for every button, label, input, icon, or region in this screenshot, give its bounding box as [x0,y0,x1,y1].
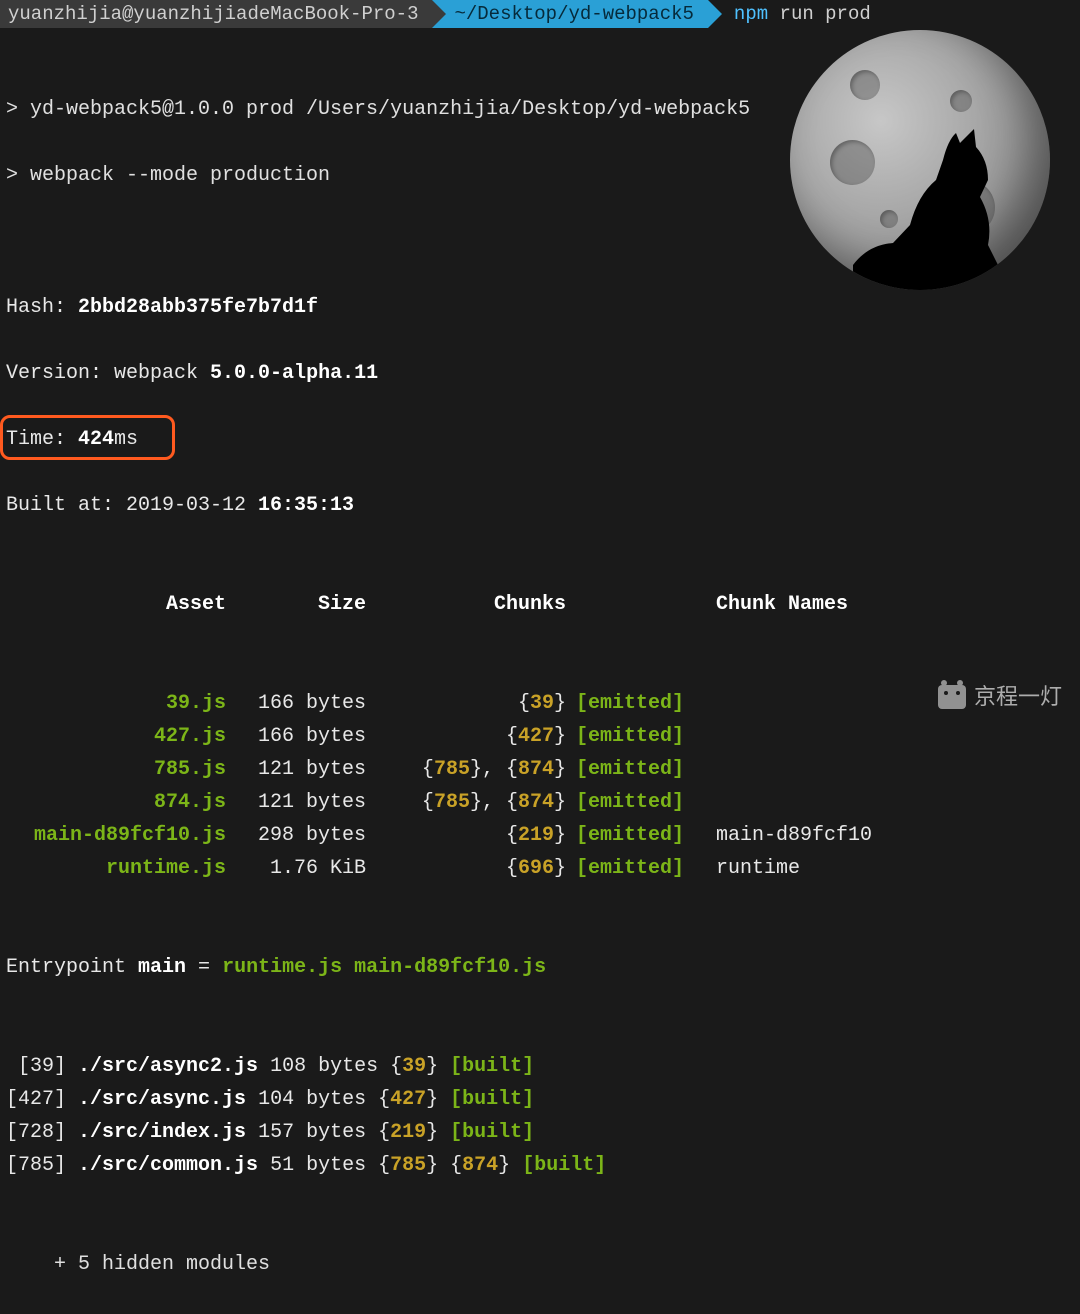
asset-chunks: {785}, {874} [366,753,566,786]
asset-emitted: [emitted] [566,687,706,720]
hash-line: Hash: 2bbd28abb375fe7b7d1f [6,291,1080,324]
npm-script-line-2: > webpack --mode production [6,159,1080,192]
time-line: Time: 424ms [6,423,1080,456]
asset-emitted: [emitted] [566,753,706,786]
module-row: [427] ./src/async.js 104 bytes {427} [bu… [6,1083,1080,1116]
asset-chunks: {219} [366,819,566,852]
asset-row: 874.js121 bytes{785}, {874}[emitted] [6,786,1080,819]
module-path: ./src/common.js [78,1154,258,1177]
asset-chunks: {39} [366,687,566,720]
watermark-text: 京程一灯 [974,679,1062,715]
asset-table-header: AssetSizeChunksChunk Names [6,588,1080,621]
asset-chunks: {785}, {874} [366,786,566,819]
shell-prompt: yuanzhijia@yuanzhijiadeMacBook-Pro-3 ~/D… [0,0,1080,28]
module-size: 157 bytes [258,1121,366,1144]
asset-name: 427.js [6,720,226,753]
asset-size: 121 bytes [226,753,366,786]
asset-row: 427.js166 bytes{427}[emitted] [6,720,1080,753]
asset-emitted: [emitted] [566,720,706,753]
module-path: ./src/async.js [78,1088,246,1111]
module-chunks: {219} [378,1121,438,1144]
npm-script-line-1: > yd-webpack5@1.0.0 prod /Users/yuanzhij… [6,93,1080,126]
asset-size: 166 bytes [226,687,366,720]
module-chunks: {427} [378,1088,438,1111]
asset-chunks: {696} [366,852,566,885]
cmd-args: run prod [768,3,871,25]
module-size: 104 bytes [258,1088,366,1111]
asset-size: 1.76 KiB [226,852,366,885]
prompt-cwd: ~/Desktop/yd-webpack5 [432,0,707,28]
asset-emitted: [emitted] [566,852,706,885]
module-built: [built] [450,1121,534,1144]
asset-chunks: {427} [366,720,566,753]
asset-row: runtime.js1.76 KiB{696}[emitted]runtime [6,852,1080,885]
module-chunks: {785} {874} [378,1154,510,1177]
asset-row: 785.js121 bytes{785}, {874}[emitted] [6,753,1080,786]
asset-size: 166 bytes [226,720,366,753]
module-id: [427] [6,1088,78,1111]
version-line: Version: webpack 5.0.0-alpha.11 [6,357,1080,390]
module-row: [39] ./src/async2.js 108 bytes {39} [bui… [6,1050,1080,1083]
asset-emitted: [emitted] [566,819,706,852]
asset-name: runtime.js [6,852,226,885]
asset-chunk-name: runtime [706,852,800,885]
asset-name: 785.js [6,753,226,786]
module-size: 51 bytes [270,1154,366,1177]
asset-size: 121 bytes [226,786,366,819]
wechat-icon [938,685,966,709]
asset-row: main-d89fcf10.js298 bytes{219}[emitted]m… [6,819,1080,852]
hidden-modules-line: + 5 hidden modules [6,1248,1080,1281]
prompt-command[interactable]: npm run prod [708,0,871,28]
asset-row: 39.js166 bytes{39}[emitted] [6,687,1080,720]
asset-size: 298 bytes [226,819,366,852]
module-path: ./src/index.js [78,1121,246,1144]
cmd-binary: npm [734,3,768,25]
watermark: 京程一灯 [938,679,1062,715]
module-size: 108 bytes [270,1055,378,1078]
module-row: [728] ./src/index.js 157 bytes {219} [bu… [6,1116,1080,1149]
asset-emitted: [emitted] [566,786,706,819]
entrypoint-line: Entrypoint main = runtime.js main-d89fcf… [6,951,1080,984]
module-id: [39] [6,1055,78,1078]
module-path: ./src/async2.js [78,1055,258,1078]
module-chunks: {39} [390,1055,438,1078]
module-id: [785] [6,1154,78,1177]
module-built: [built] [522,1154,606,1177]
module-id: [728] [6,1121,78,1144]
terminal-output[interactable]: > yd-webpack5@1.0.0 prod /Users/yuanzhij… [0,28,1080,1314]
module-built: [built] [450,1055,534,1078]
asset-name: 874.js [6,786,226,819]
module-row: [785] ./src/common.js 51 bytes {785} {87… [6,1149,1080,1182]
asset-name: 39.js [6,687,226,720]
module-built: [built] [450,1088,534,1111]
prompt-user-host: yuanzhijia@yuanzhijiadeMacBook-Pro-3 [0,0,432,28]
built-at-line: Built at: 2019-03-12 16:35:13 [6,489,1080,522]
asset-name: main-d89fcf10.js [6,819,226,852]
asset-chunk-name: main-d89fcf10 [706,819,872,852]
